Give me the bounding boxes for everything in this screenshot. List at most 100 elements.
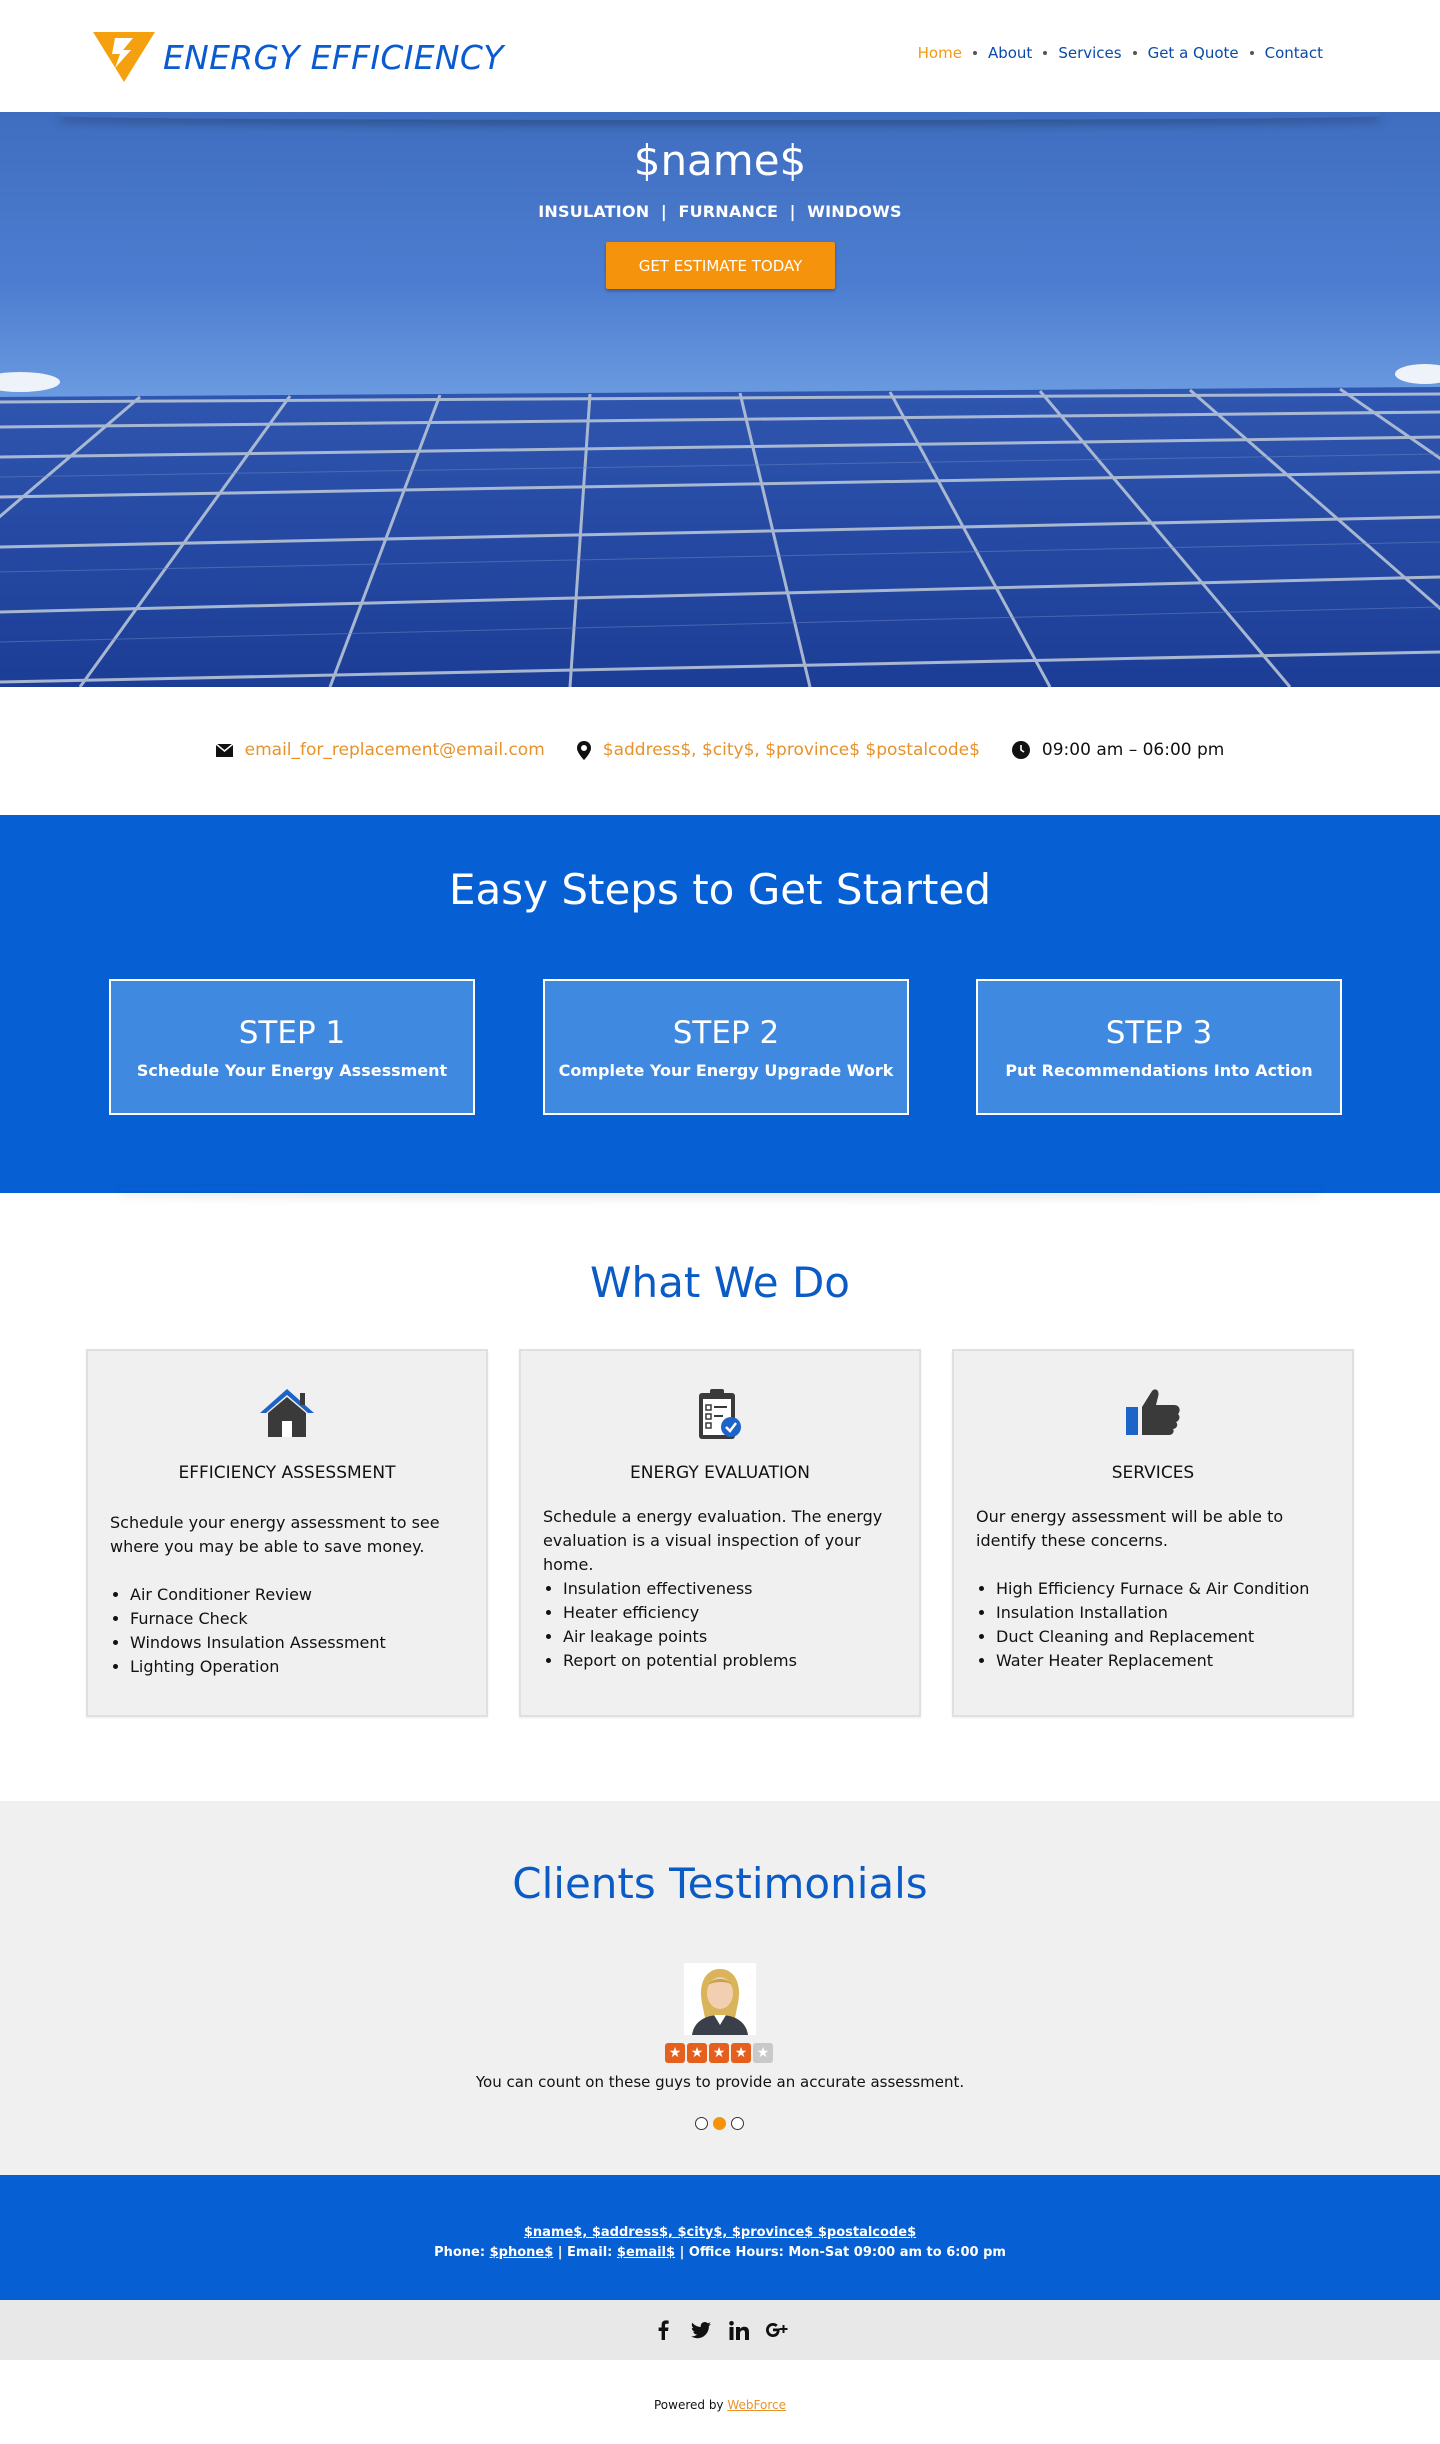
hero-banner: $name$ INSULATION | FURNANCE | WINDOWS G… [0, 112, 1440, 687]
site-logo[interactable]: ENERGY EFFICIENCY [93, 32, 504, 82]
contact-email-link[interactable]: email_for_replacement@email.com [245, 740, 545, 760]
nav-get-a-quote[interactable]: Get a Quote [1148, 44, 1239, 62]
map-pin-icon [576, 740, 591, 760]
site-footer: $name$, $address$, $city$, $province$ $p… [0, 2175, 1440, 2300]
footer-contact-line: Phone: $phone$ | Email: $email$ | Office… [0, 2245, 1440, 2260]
list-item: High Efficiency Furnace & Air Condition [996, 1577, 1334, 1601]
step-card-1: STEP 1 Schedule Your Energy Assessment [109, 979, 475, 1115]
list-item: Air Conditioner Review [130, 1583, 468, 1607]
card-title: SERVICES [1111, 1463, 1195, 1483]
slider-dots [695, 2117, 749, 2130]
nav-about[interactable]: About [988, 44, 1032, 62]
list-item: Duct Cleaning and Replacement [996, 1625, 1334, 1649]
hero-subtitle: INSULATION | FURNANCE | WINDOWS [538, 202, 902, 221]
contact-email: email_for_replacement@email.com [215, 740, 545, 760]
contact-row: email_for_replacement@email.com $address… [0, 740, 1440, 760]
twitter-icon[interactable] [690, 2319, 712, 2341]
list-item: Insulation Installation [996, 1601, 1334, 1625]
lightning-logo-icon [93, 32, 155, 82]
footer-phone-label: Phone: [434, 2245, 486, 2260]
star-full-icon: ★ [665, 2043, 685, 2063]
card-icon-wrap [521, 1387, 919, 1441]
contact-hours-text: 09:00 am – 06:00 pm [1041, 740, 1225, 760]
site-header: ENERGY EFFICIENCY Home About Services Ge… [0, 0, 1440, 112]
card-icon-wrap [88, 1387, 486, 1439]
clock-icon [1011, 741, 1030, 759]
steps-title: Easy Steps to Get Started [448, 865, 992, 914]
facebook-icon[interactable] [652, 2319, 674, 2341]
card-list: High Efficiency Furnace & Air Condition … [996, 1577, 1334, 1673]
testimonials-title: Clients Testimonials [512, 1859, 928, 1908]
nav-separator [972, 51, 977, 55]
star-full-icon: ★ [687, 2043, 707, 2063]
main-nav: Home About Services Get a Quote Contact [918, 44, 1323, 62]
slider-dot-3[interactable] [731, 2117, 744, 2130]
hero-top-shadow [60, 112, 1380, 120]
nav-contact[interactable]: Contact [1265, 44, 1323, 62]
thumbs-up-icon [1126, 1389, 1180, 1435]
contact-bar: email_for_replacement@email.com $address… [0, 687, 1440, 815]
hero-title: $name$ [633, 136, 807, 185]
webforce-link[interactable]: WebForce [727, 2398, 786, 2412]
testimonial-quote: You can count on these guys to provide a… [475, 2073, 965, 2091]
card-title: EFFICIENCY ASSESSMENT [178, 1463, 396, 1483]
nav-separator [1249, 51, 1254, 55]
client-photo [684, 1963, 756, 2035]
footer-phone-link[interactable]: $phone$ [490, 2245, 554, 2260]
list-item: Heater efficiency [563, 1601, 901, 1625]
list-item: Air leakage points [563, 1625, 901, 1649]
list-item: Furnace Check [130, 1607, 468, 1631]
footer-address[interactable]: $name$, $address$, $city$, $province$ $p… [0, 2225, 1440, 2240]
step-title: STEP 3 [1105, 1015, 1213, 1051]
nav-home[interactable]: Home [918, 44, 962, 62]
steps-section: Easy Steps to Get Started STEP 1 Schedul… [0, 815, 1440, 1193]
footer-hours: | Office Hours: Mon-Sat 09:00 am to 6:00… [679, 2245, 1006, 2260]
star-empty-icon: ★ [753, 2043, 773, 2063]
contact-address-link[interactable]: $address$, $city$, $province$ $postalcod… [603, 740, 980, 760]
clipboard-check-icon [699, 1389, 741, 1439]
list-item: Report on potential problems [563, 1649, 901, 1673]
contact-address: $address$, $city$, $province$ $postalcod… [576, 740, 980, 760]
step-title: STEP 1 [238, 1015, 346, 1051]
list-item: Lighting Operation [130, 1655, 468, 1679]
step-text: Schedule Your Energy Assessment [136, 1061, 448, 1080]
get-estimate-button[interactable]: GET ESTIMATE TODAY [606, 242, 835, 289]
testimonials-section: Clients Testimonials ★ ★ ★ ★ ★ You can count… [0, 1801, 1440, 2175]
brand-name: ENERGY EFFICIENCY [163, 37, 504, 77]
card-list: Air Conditioner Review Furnace Check Win… [130, 1583, 468, 1679]
client-avatar [684, 1963, 756, 2035]
solar-panels-image [0, 364, 1440, 687]
step-text: Complete Your Energy Upgrade Work [558, 1061, 894, 1080]
footer-email-link[interactable]: $email$ [617, 2245, 675, 2260]
step-card-2: STEP 2 Complete Your Energy Upgrade Work [543, 979, 909, 1115]
list-item: Windows Insulation Assessment [130, 1631, 468, 1655]
star-full-icon: ★ [709, 2043, 729, 2063]
card-description: Schedule your energy assessment to see w… [110, 1513, 440, 1556]
list-item: Insulation effectiveness [563, 1577, 901, 1601]
step-text: Put Recommendations Into Action [1005, 1061, 1313, 1080]
house-icon [260, 1389, 314, 1437]
slider-dot-1[interactable] [695, 2117, 708, 2130]
star-full-icon: ★ [731, 2043, 751, 2063]
nav-separator [1043, 51, 1048, 55]
card-title: ENERGY EVALUATION [630, 1463, 810, 1483]
list-item: Water Heater Replacement [996, 1649, 1334, 1673]
card-description: Schedule a energy evaluation. The energy… [543, 1507, 883, 1574]
envelope-icon [215, 743, 233, 757]
step-title: STEP 2 [672, 1015, 780, 1051]
nav-services[interactable]: Services [1058, 44, 1121, 62]
card-list: Insulation effectiveness Heater efficien… [563, 1577, 901, 1673]
nav-separator [1132, 51, 1137, 55]
google-plus-icon[interactable] [766, 2319, 788, 2341]
card-description: Our energy assessment will be able to id… [976, 1507, 1284, 1550]
service-card-evaluation: ENERGY EVALUATION Schedule a energy eval… [519, 1349, 921, 1717]
step-card-3: STEP 3 Put Recommendations Into Action [976, 979, 1342, 1115]
section-shadow [120, 1187, 1320, 1193]
footer-email-label: | Email: [557, 2245, 613, 2260]
contact-hours: 09:00 am – 06:00 pm [1011, 740, 1225, 760]
slider-dot-2[interactable] [713, 2117, 726, 2130]
powered-prefix: Powered by [653, 2398, 724, 2412]
service-card-efficiency: EFFICIENCY ASSESSMENT Schedule your ener… [86, 1349, 488, 1717]
linkedin-icon[interactable] [728, 2319, 750, 2341]
what-we-do-section: What We Do EFFICIENCY ASSESSMENT Schedul… [0, 1193, 1440, 1801]
